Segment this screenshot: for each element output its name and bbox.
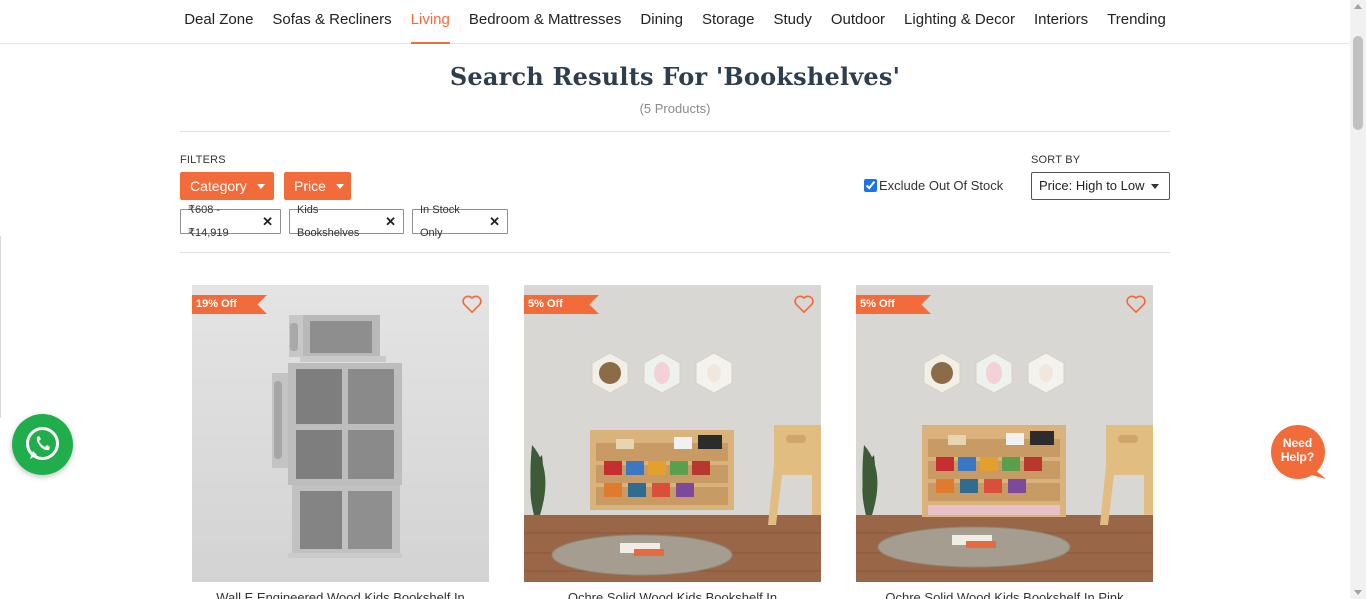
page-title: Search Results For 'Bookshelves' <box>449 62 901 91</box>
close-icon[interactable]: ✕ <box>385 215 396 228</box>
exclude-out-of-stock-toggle[interactable]: Exclude Out Of Stock <box>864 178 1003 193</box>
nav-item-outdoor[interactable]: Outdoor <box>821 0 894 44</box>
exclude-out-of-stock-label: Exclude Out Of Stock <box>879 178 1004 193</box>
product-title[interactable]: Wall E Engineered Wood Kids Bookshelf In <box>192 590 489 599</box>
category-filter-label: Category <box>190 178 247 194</box>
heart-icon[interactable] <box>461 294 483 314</box>
chevron-down-icon <box>256 183 265 189</box>
chip-label: In Stock Only <box>420 203 460 239</box>
whatsapp-icon <box>26 427 59 460</box>
product-image[interactable] <box>856 285 1153 582</box>
discount-text: 19% Off <box>196 298 237 310</box>
nav-item-living[interactable]: Living <box>401 0 459 44</box>
need-help-line1: Need <box>1282 436 1313 450</box>
need-help-line2: Help? <box>1280 450 1315 464</box>
nav-item-sofas-recliners[interactable]: Sofas & Recliners <box>263 0 401 44</box>
product-image[interactable] <box>192 285 489 582</box>
product-title[interactable]: Ochre Solid Wood Kids Bookshelf In Pink <box>856 590 1153 599</box>
sort-selected-value: Price: High to Low <box>1039 178 1145 193</box>
nav-item-dining[interactable]: Dining <box>631 0 693 44</box>
filters-label: FILTERS <box>180 154 226 166</box>
close-icon[interactable]: ✕ <box>489 215 500 228</box>
sort-select[interactable]: Price: High to Low <box>1031 172 1170 200</box>
page-scrollbar[interactable] <box>1350 0 1366 599</box>
nav-item-bedroom-mattresses[interactable]: Bedroom & Mattresses <box>459 0 631 44</box>
top-nav: Deal Zone Sofas & Recliners Living Bedro… <box>0 0 1350 44</box>
filter-chip-price-range[interactable]: ₹608 - ₹14,919 ✕ <box>180 204 281 239</box>
close-icon[interactable]: ✕ <box>262 215 273 228</box>
nav-item-lighting-decor[interactable]: Lighting & Decor <box>895 0 1025 44</box>
product-title[interactable]: Ochre Solid Wood Kids Bookshelf In <box>524 590 821 599</box>
scroll-down-arrow-icon[interactable] <box>1354 590 1362 595</box>
discount-text: 5% Off <box>860 298 895 310</box>
chevron-down-icon <box>335 183 344 189</box>
product-card[interactable]: 5% Off <box>856 285 1153 582</box>
need-help-text[interactable]: Need Help? <box>1270 436 1325 464</box>
discount-badge: 5% Off <box>524 295 599 314</box>
nav-item-trending[interactable]: Trending <box>1098 0 1176 44</box>
whatsapp-button[interactable] <box>12 414 73 475</box>
filter-chip-in-stock-only[interactable]: In Stock Only ✕ <box>412 204 508 239</box>
divider-top <box>180 131 1170 132</box>
price-filter-label: Price <box>294 178 326 194</box>
divider-filters <box>180 252 1170 253</box>
sort-by-label: SORT BY <box>1031 154 1081 166</box>
discount-text: 5% Off <box>528 298 563 310</box>
heart-icon[interactable] <box>793 294 815 314</box>
discount-badge: 5% Off <box>856 295 931 314</box>
chip-label: Kids Bookshelves <box>297 203 360 239</box>
scrollbar-thumb[interactable] <box>1353 36 1363 130</box>
product-card[interactable]: 5% Off <box>524 285 821 582</box>
discount-badge: 19% Off <box>192 295 267 314</box>
price-filter-button[interactable]: Price <box>284 172 351 200</box>
heart-icon[interactable] <box>1125 294 1147 314</box>
nav-item-deal-zone[interactable]: Deal Zone <box>175 0 263 44</box>
filter-chip-kids-bookshelves[interactable]: Kids Bookshelves ✕ <box>289 204 404 239</box>
results-count: (5 Products) <box>639 101 711 116</box>
product-image[interactable] <box>524 285 821 582</box>
exclude-out-of-stock-checkbox[interactable] <box>864 179 877 192</box>
category-filter-button[interactable]: Category <box>180 172 274 200</box>
product-card[interactable]: 19% Off <box>192 285 489 582</box>
chevron-down-icon <box>1151 183 1159 189</box>
scroll-up-arrow-icon[interactable] <box>1354 4 1362 9</box>
nav-item-storage[interactable]: Storage <box>692 0 764 44</box>
nav-item-study[interactable]: Study <box>764 0 821 44</box>
chip-label: ₹608 - ₹14,919 <box>188 203 229 239</box>
edge-divider <box>0 236 1 418</box>
nav-item-interiors[interactable]: Interiors <box>1024 0 1097 44</box>
